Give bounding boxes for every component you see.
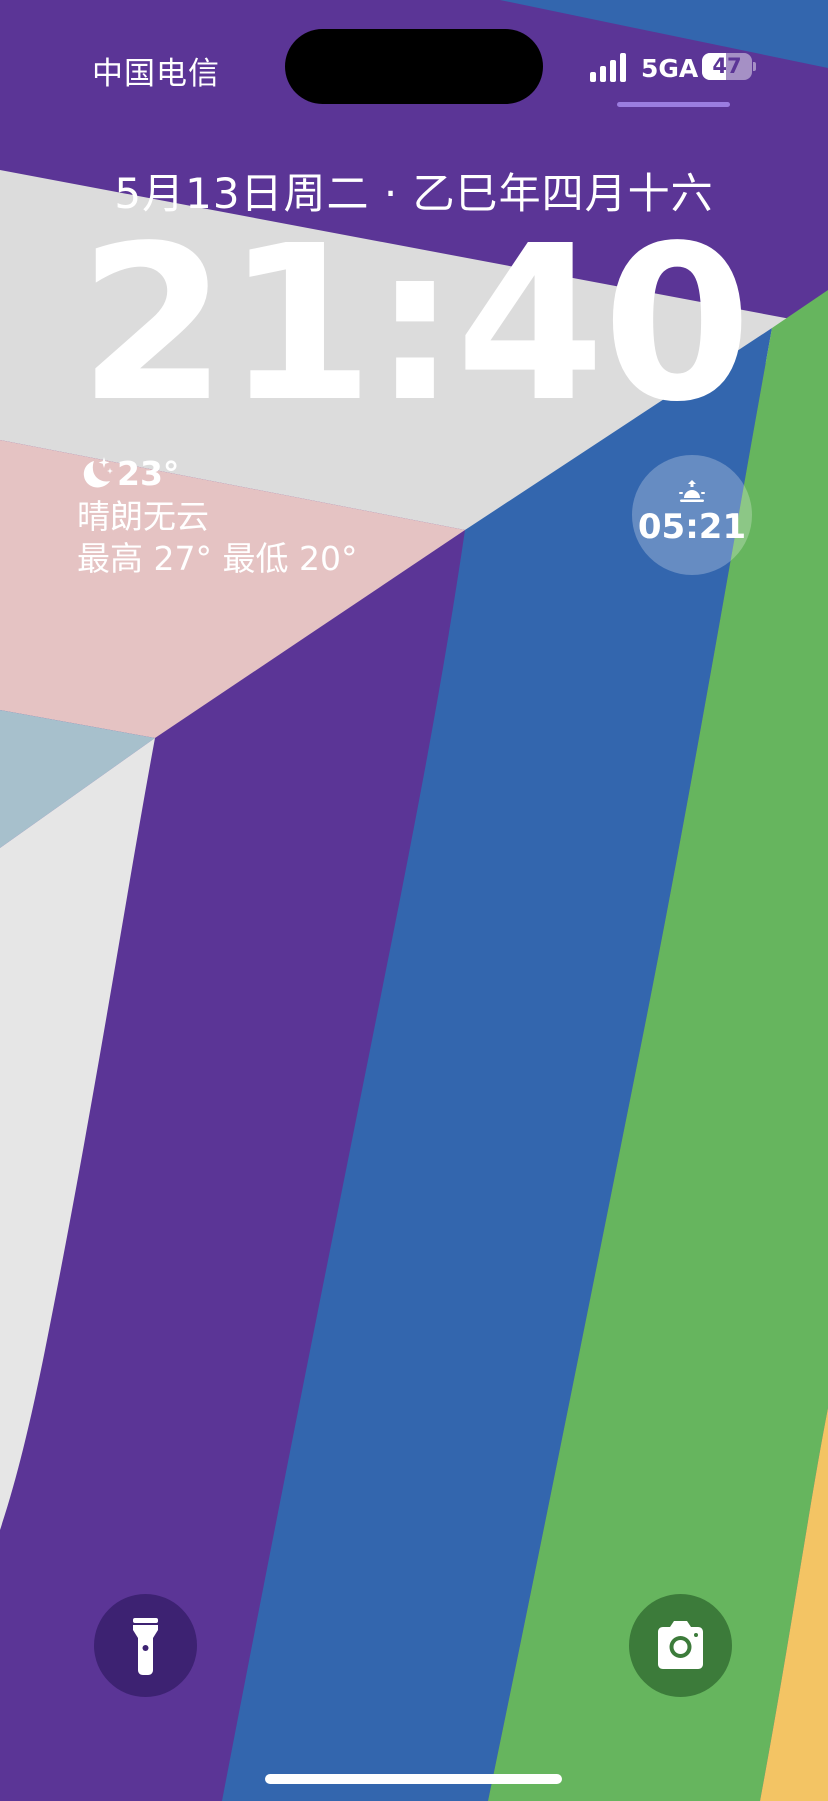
home-indicator[interactable] xyxy=(265,1774,562,1784)
weather-temperature: 23° xyxy=(117,453,180,493)
camera-icon xyxy=(658,1621,703,1669)
dynamic-island xyxy=(285,29,543,104)
weather-header: 23° xyxy=(77,452,477,494)
sunrise-widget[interactable]: 05:21 xyxy=(632,455,752,575)
flashlight-icon xyxy=(133,1618,158,1675)
network-type-label: 5GA xyxy=(641,54,699,83)
camera-button[interactable] xyxy=(629,1594,732,1697)
battery-percentage: 47 xyxy=(712,54,742,78)
sunrise-icon xyxy=(679,480,705,502)
weather-widget[interactable]: 23° 晴朗无云 最高 27° 最低 20° xyxy=(77,452,477,580)
weather-high-low: 最高 27° 最低 20° xyxy=(77,539,358,578)
lock-screen-clock[interactable]: 21:40 xyxy=(0,215,828,435)
sunrise-time: 05:21 xyxy=(637,507,747,547)
weather-condition: 晴朗无云 xyxy=(77,497,209,536)
focus-indicator-line xyxy=(617,102,730,107)
battery-tip xyxy=(753,62,756,71)
battery-indicator: 47 xyxy=(702,53,756,80)
moon-stars-icon xyxy=(83,457,113,488)
carrier-label: 中国电信 xyxy=(92,56,220,92)
lock-screen: 中国电信 5GA 47 5月13日周二 · 乙巳年四月十六 21:40 23° … xyxy=(0,0,828,1801)
cellular-signal-icon xyxy=(590,53,626,82)
flashlight-button[interactable] xyxy=(94,1594,197,1697)
battery-icon: 47 xyxy=(702,53,752,80)
